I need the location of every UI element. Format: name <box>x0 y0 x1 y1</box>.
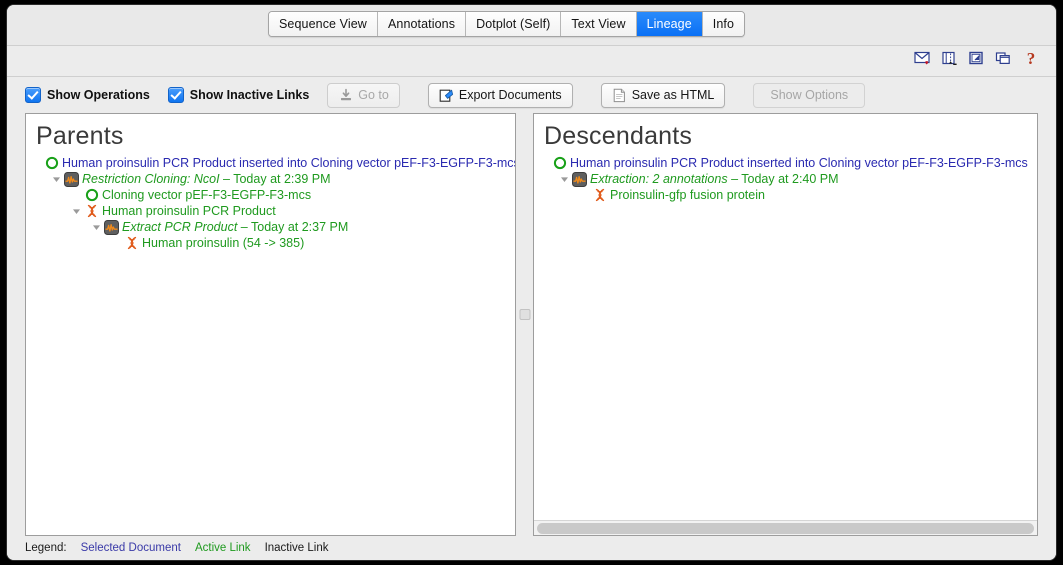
legend-title: Legend: <box>25 542 67 554</box>
disclosure-triangle-icon[interactable] <box>558 175 571 184</box>
show-options-label: Show Options <box>770 88 849 102</box>
show-operations-checkbox-box[interactable] <box>25 87 41 103</box>
parents-pane: Parents Human proinsulin PCR Product ins… <box>25 113 516 536</box>
circular-plasmid-icon <box>551 156 568 170</box>
tree-node-label[interactable]: Human proinsulin PCR Product inserted in… <box>570 156 1028 170</box>
utility-icon-group: ? <box>913 49 1040 68</box>
tree-node[interactable]: Restriction Cloning: NcoI – Today at 2:3… <box>30 171 515 187</box>
document-icon <box>612 88 627 103</box>
descendants-pane-title: Descendants <box>544 122 693 150</box>
tree-node-label[interactable]: Extract PCR Product – Today at 2:37 PM <box>122 220 348 234</box>
email-share-icon[interactable] <box>913 49 932 68</box>
tab-annotations[interactable]: Annotations <box>377 12 467 36</box>
dna-helix-icon <box>591 188 608 203</box>
export-documents-label: Export Documents <box>458 88 562 102</box>
tree-node-label[interactable]: Cloning vector pEF-F3-EGFP-F3-mcs <box>102 188 311 202</box>
go-to-icon <box>338 88 353 103</box>
show-inactive-links-checkbox-box[interactable] <box>167 87 184 103</box>
operation-icon <box>103 219 120 235</box>
show-operations-checkbox[interactable]: Show Operations <box>25 87 150 103</box>
tree-node[interactable]: Extraction: 2 annotations – Today at 2:4… <box>538 171 1037 187</box>
tree-node[interactable]: Cloning vector pEF-F3-EGFP-F3-mcs <box>30 187 515 203</box>
svg-text:?: ? <box>1026 50 1035 68</box>
help-icon[interactable]: ? <box>1021 49 1040 68</box>
new-window-icon[interactable] <box>994 49 1013 68</box>
disclosure-triangle-icon[interactable] <box>70 207 83 216</box>
go-to-button[interactable]: Go to <box>327 82 400 108</box>
save-as-html-label: Save as HTML <box>631 88 715 102</box>
operation-icon <box>571 171 588 187</box>
tree-node-label[interactable]: Human proinsulin PCR Product inserted in… <box>62 156 515 170</box>
circular-plasmid-icon <box>43 156 60 170</box>
show-inactive-links-label: Show Inactive Links <box>189 88 310 102</box>
operation-icon <box>63 171 80 187</box>
tree-node[interactable]: Proinsulin-gfp fusion protein <box>538 187 1037 203</box>
descendants-tree[interactable]: Human proinsulin PCR Product inserted in… <box>534 153 1037 520</box>
tree-node[interactable]: Extract PCR Product – Today at 2:37 PM <box>30 219 515 235</box>
lineage-panes: Parents Human proinsulin PCR Product ins… <box>7 113 1056 536</box>
tab-sequence-view[interactable]: Sequence View <box>269 12 378 36</box>
export-icon <box>439 88 454 103</box>
tree-node-timestamp: – Today at 2:37 PM <box>237 220 349 234</box>
utility-icon-bar: ? <box>7 45 1056 77</box>
show-options-button[interactable]: Show Options <box>753 82 866 108</box>
extract-panel-icon[interactable] <box>967 49 986 68</box>
dna-helix-icon <box>83 204 100 219</box>
show-operations-label: Show Operations <box>47 88 150 102</box>
tree-node-label[interactable]: Extraction: 2 annotations – Today at 2:4… <box>590 172 839 186</box>
tree-node[interactable]: Human proinsulin (54 -> 385) <box>30 235 515 251</box>
tree-node[interactable]: Human proinsulin PCR Product inserted in… <box>538 155 1037 171</box>
tree-node-timestamp: – Today at 2:39 PM <box>219 172 331 186</box>
tree-node-label[interactable]: Proinsulin-gfp fusion protein <box>610 188 765 202</box>
scrollbar-thumb[interactable] <box>537 523 1034 534</box>
tab-dotplot-self[interactable]: Dotplot (Self) <box>466 12 562 36</box>
tab-info[interactable]: Info <box>702 12 745 36</box>
save-as-html-button[interactable]: Save as HTML <box>600 82 726 108</box>
descendants-horizontal-scrollbar[interactable] <box>534 520 1037 535</box>
lineage-window: Sequence View Annotations Dotplot (Self)… <box>7 5 1056 560</box>
tree-node-label[interactable]: Restriction Cloning: NcoI – Today at 2:3… <box>82 172 331 186</box>
parents-pane-title: Parents <box>36 122 124 150</box>
descendants-pane: Descendants Human proinsulin PCR Product… <box>533 113 1038 536</box>
circular-plasmid-icon <box>83 188 100 202</box>
parents-tree[interactable]: Human proinsulin PCR Product inserted in… <box>26 153 515 535</box>
view-tab-group: Sequence View Annotations Dotplot (Self)… <box>268 11 746 37</box>
export-documents-button[interactable]: Export Documents <box>427 82 573 108</box>
legend-inactive-link: Inactive Link <box>264 542 329 554</box>
legend-active-link: Active Link <box>194 542 251 554</box>
legend-selected-document: Selected Document <box>80 542 181 554</box>
lineage-toolbar: Show Operations Show Inactive Links Go t… <box>7 77 1056 113</box>
tree-node[interactable]: Human proinsulin PCR Product <box>30 203 515 219</box>
tab-lineage[interactable]: Lineage <box>636 12 703 36</box>
disclosure-triangle-icon[interactable] <box>50 175 63 184</box>
pane-splitter[interactable] <box>516 113 533 536</box>
tab-text-view[interactable]: Text View <box>561 12 637 36</box>
split-view-icon[interactable] <box>940 49 959 68</box>
go-to-label: Go to <box>358 88 389 102</box>
legend-bar: Legend: Selected Document Active Link In… <box>7 536 1056 560</box>
tree-node-label[interactable]: Human proinsulin PCR Product <box>102 204 276 218</box>
disclosure-triangle-icon[interactable] <box>90 223 103 232</box>
tab-bar: Sequence View Annotations Dotplot (Self)… <box>7 5 1056 45</box>
show-inactive-links-checkbox[interactable]: Show Inactive Links <box>167 87 310 103</box>
tree-node-label[interactable]: Human proinsulin (54 -> 385) <box>142 236 304 250</box>
tree-node-timestamp: – Today at 2:40 PM <box>727 172 839 186</box>
dna-helix-icon <box>123 236 140 251</box>
splitter-grip[interactable] <box>519 309 530 320</box>
tree-node[interactable]: Human proinsulin PCR Product inserted in… <box>30 155 515 171</box>
